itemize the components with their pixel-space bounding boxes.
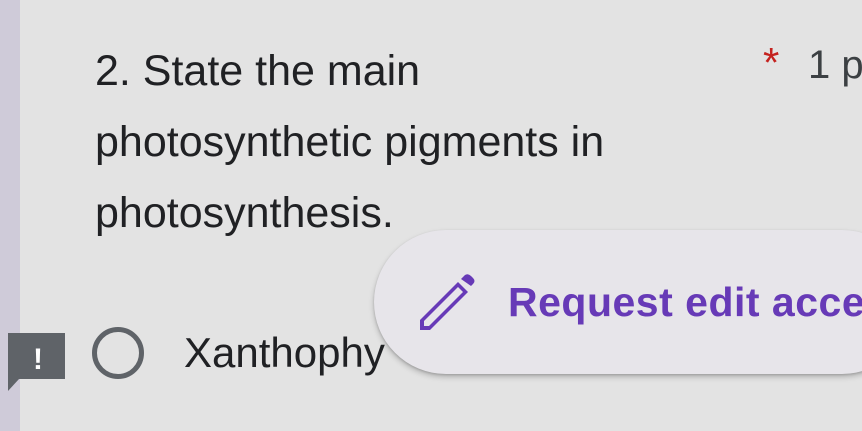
feedback-glyph: ! [33, 343, 43, 376]
required-marker: * [763, 39, 780, 86]
form-page: 2. State the main photosynthetic pigment… [0, 0, 862, 431]
radio-button[interactable] [92, 327, 144, 379]
request-edit-access-label: Request edit acce [508, 279, 862, 325]
question-title: 2. State the main photosynthetic pigment… [95, 47, 605, 237]
option-label: Xanthophy [184, 329, 385, 376]
pencil-icon [420, 274, 475, 330]
points-label: 1 po [808, 43, 862, 87]
option-xanthophyll[interactable]: Xanthophy [92, 320, 385, 386]
feedback-icon[interactable]: ! [5, 333, 65, 391]
